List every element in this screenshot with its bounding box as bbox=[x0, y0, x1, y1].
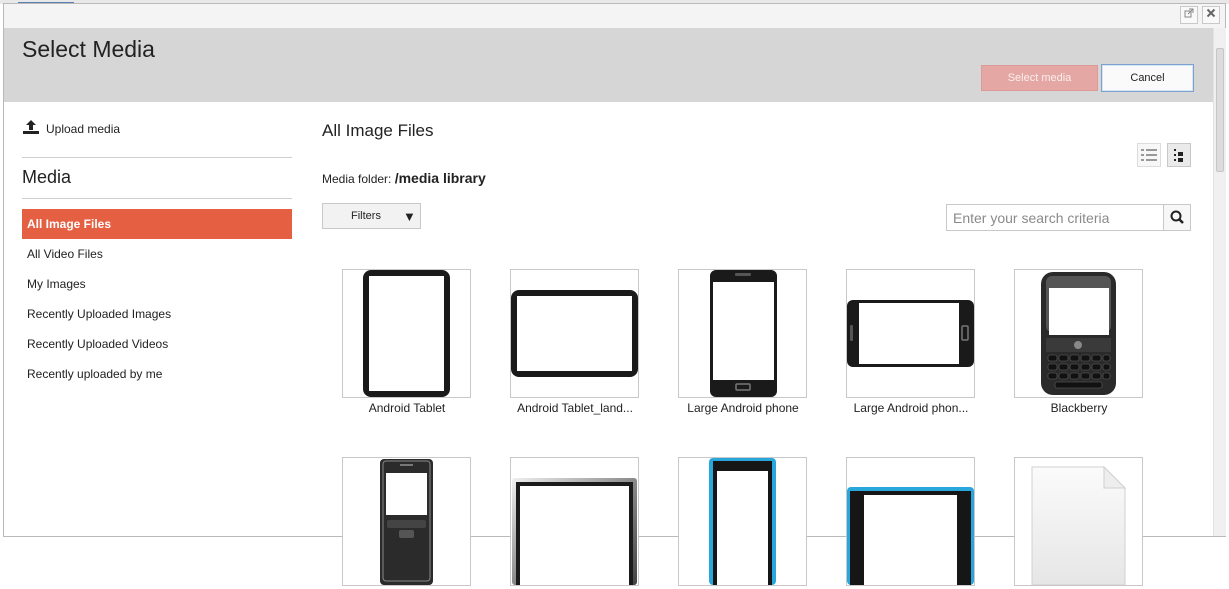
dropdown-arrow-icon: ▼ bbox=[403, 209, 416, 224]
media-thumbnail bbox=[678, 457, 807, 586]
upload-icon bbox=[23, 120, 39, 134]
phone-portrait-icon bbox=[710, 270, 777, 397]
media-item[interactable]: Android Tablet bbox=[342, 269, 471, 415]
filters-dropdown[interactable]: Filters ▼ bbox=[322, 203, 421, 229]
sidebar-item-recently-uploaded-images[interactable]: Recently Uploaded Images bbox=[22, 299, 292, 329]
upload-media-label: Upload media bbox=[46, 122, 121, 136]
sidebar-section-title: Media bbox=[22, 167, 72, 187]
media-item[interactable] bbox=[1014, 457, 1143, 589]
blackberry-icon bbox=[1041, 272, 1116, 395]
vertical-scrollbar[interactable] bbox=[1213, 28, 1226, 536]
sidebar-item-my-images[interactable]: My Images bbox=[22, 269, 292, 299]
popout-button[interactable] bbox=[1180, 6, 1198, 24]
media-thumbnail bbox=[846, 269, 975, 398]
blue-phone-landscape-icon bbox=[847, 487, 974, 585]
search-button[interactable] bbox=[1163, 204, 1191, 231]
media-item[interactable] bbox=[846, 457, 975, 589]
upload-media-link[interactable]: Upload media bbox=[22, 119, 120, 136]
media-item[interactable]: Large Android phon... bbox=[846, 269, 975, 415]
media-thumbnail bbox=[846, 457, 975, 586]
close-button[interactable] bbox=[1202, 6, 1220, 24]
list-view-icon bbox=[1141, 149, 1157, 161]
sidebar-item-all-image-files[interactable]: All Image Files bbox=[22, 209, 292, 239]
sidebar-item-recently-uploaded-by-me[interactable]: Recently uploaded by me bbox=[22, 359, 292, 389]
phone-landscape-icon bbox=[847, 300, 974, 367]
blue-phone-icon bbox=[709, 458, 776, 585]
grid-view-button[interactable] bbox=[1167, 143, 1191, 167]
media-item[interactable]: Large Android phone bbox=[678, 269, 807, 415]
media-folder-label: Media folder: bbox=[322, 172, 392, 186]
sidebar-item-recently-uploaded-videos[interactable]: Recently Uploaded Videos bbox=[22, 329, 292, 359]
media-caption: Large Android phon... bbox=[853, 401, 969, 415]
feature-phone-icon bbox=[380, 459, 433, 585]
close-icon bbox=[1206, 8, 1216, 18]
media-item[interactable]: Android Tablet_land... bbox=[510, 269, 639, 415]
media-item[interactable]: Blackberry bbox=[1014, 269, 1143, 415]
media-folder-path: /media library bbox=[394, 170, 486, 186]
scrollbar-thumb[interactable] bbox=[1216, 48, 1224, 172]
media-thumbnail bbox=[510, 457, 639, 586]
media-caption: Android Tablet bbox=[368, 401, 446, 415]
media-item[interactable] bbox=[510, 457, 639, 589]
tablet-landscape-icon bbox=[511, 290, 638, 377]
page-title: All Image Files bbox=[322, 121, 434, 140]
divider bbox=[22, 198, 292, 199]
list-view-button[interactable] bbox=[1137, 143, 1161, 167]
media-caption: Android Tablet_land... bbox=[517, 401, 633, 415]
media-thumbnail bbox=[342, 269, 471, 398]
media-folder: Media folder: /media library bbox=[322, 170, 486, 186]
silver-tablet-icon bbox=[512, 478, 637, 585]
blank-document-icon bbox=[1031, 465, 1127, 585]
divider bbox=[22, 157, 292, 158]
grid-view-icon bbox=[1174, 149, 1183, 162]
tablet-portrait-icon bbox=[363, 270, 450, 397]
sidebar-item-all-video-files[interactable]: All Video Files bbox=[22, 239, 292, 269]
media-item[interactable] bbox=[678, 457, 807, 589]
cancel-button[interactable]: Cancel bbox=[1101, 64, 1194, 92]
select-media-button[interactable]: Select media bbox=[981, 65, 1098, 91]
dialog-titlebar bbox=[4, 4, 1225, 29]
media-caption: Blackberry bbox=[1050, 401, 1108, 415]
popout-icon bbox=[1184, 8, 1194, 18]
dialog-title: Select Media bbox=[22, 36, 155, 62]
dialog-header: Select Media Select media Cancel bbox=[4, 28, 1213, 102]
media-thumbnail bbox=[678, 269, 807, 398]
media-thumbnail bbox=[1014, 269, 1143, 398]
media-thumbnail bbox=[510, 269, 639, 398]
filters-label: Filters bbox=[351, 210, 381, 222]
search-icon bbox=[1170, 210, 1184, 224]
media-thumbnail bbox=[1014, 457, 1143, 586]
media-caption: Large Android phone bbox=[687, 401, 799, 415]
search-input[interactable] bbox=[946, 204, 1164, 231]
media-thumbnail bbox=[342, 457, 471, 586]
media-item[interactable] bbox=[342, 457, 471, 589]
